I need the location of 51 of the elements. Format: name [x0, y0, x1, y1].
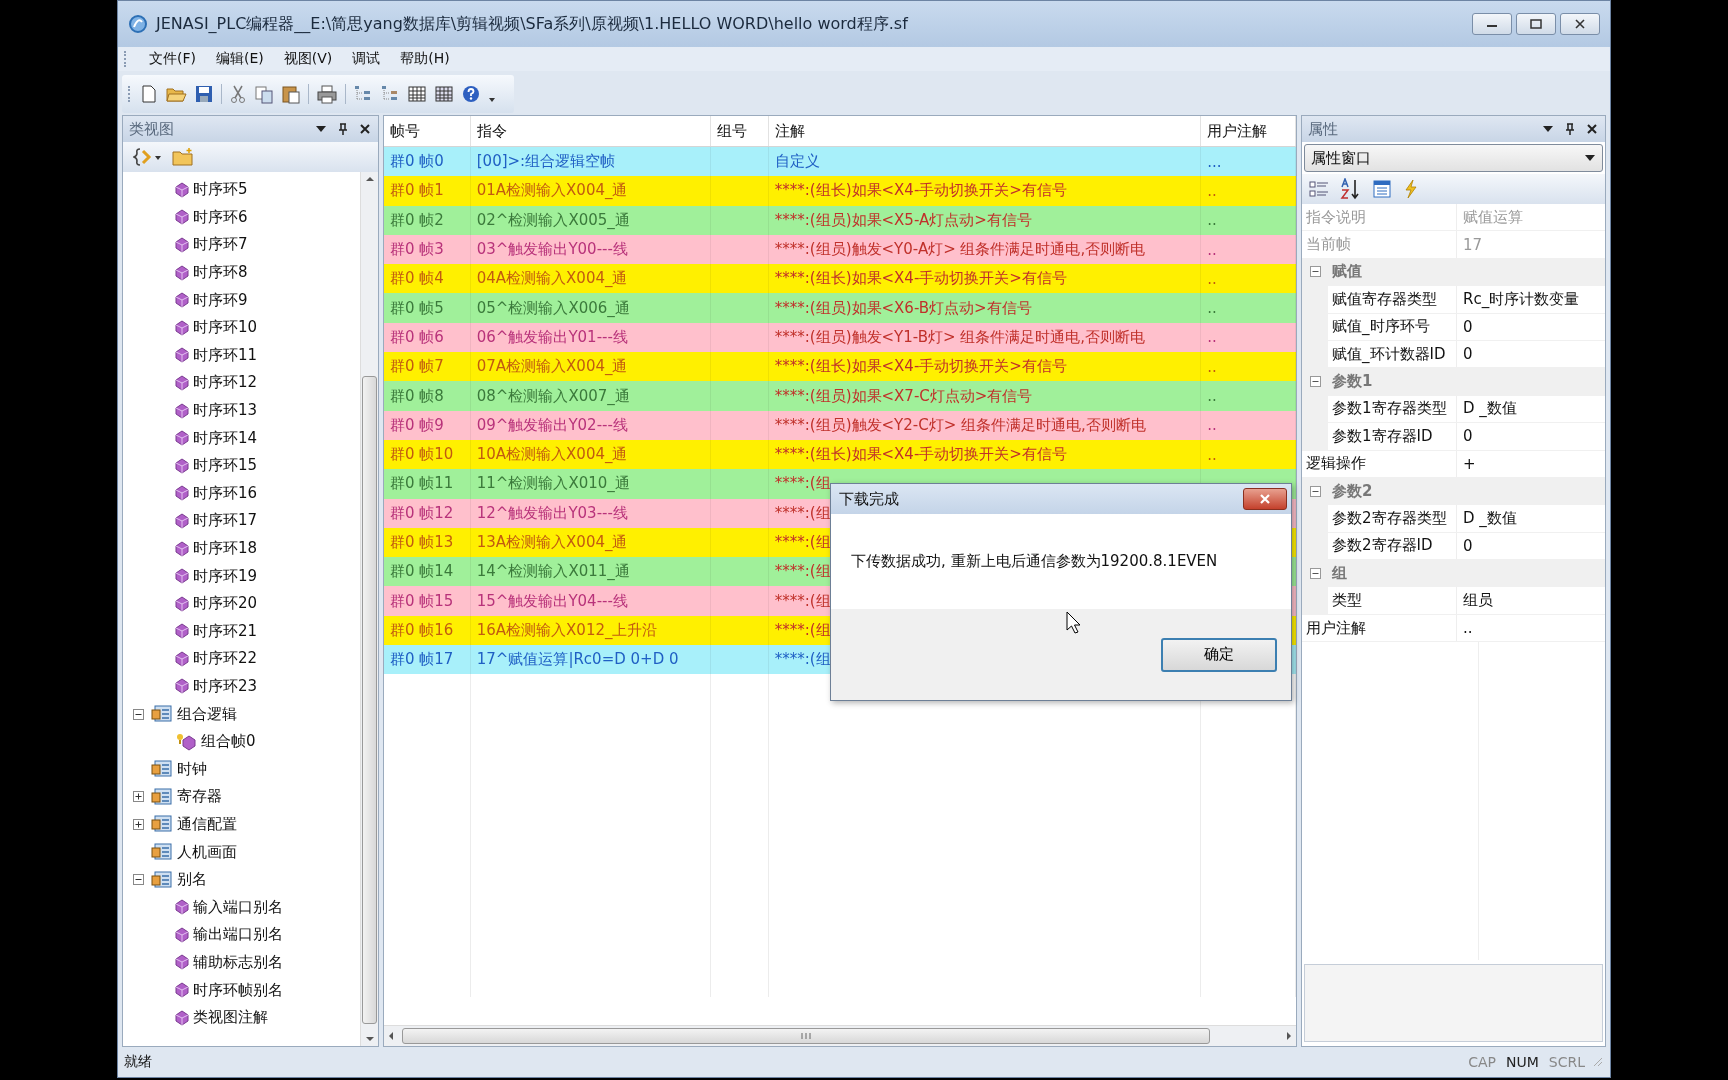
category-label: 组 [1331, 563, 1347, 583]
status-text: 就绪 [124, 1053, 153, 1071]
property-name: 参数1寄存器ID [1328, 423, 1457, 450]
table-cell: ****:(组员)触发<Y2-C灯> 组条件满足时通电,否则断电 [768, 410, 1202, 440]
panel-title: 类视图 [129, 119, 175, 139]
table-cell: 09^触发输出Y02---线 [470, 410, 711, 440]
property-name: 类型 [1328, 587, 1457, 614]
table-cell: .. [1201, 176, 1296, 206]
table-cell: ****:(组员)如果<X6-B灯点动>有信号 [768, 293, 1202, 323]
status-indicator: CAP [1467, 1054, 1497, 1070]
table-cell: 01A检测输入X004_通 [470, 176, 711, 206]
window-title: JENASI_PLC编程器__E:\简思yang数据库\剪辑视频\SFa系列\原视频\1.HELLO WORD\hello word程序.sf [156, 13, 910, 35]
panel-title: 属性 [1308, 119, 1339, 139]
table-cell: ****:(组长)如果<X4-手动切换开关>有信号 [768, 176, 1202, 206]
property-name: 参数1寄存器类型 [1328, 395, 1457, 423]
table-cell: .. [1201, 381, 1296, 411]
table-cell: 群0 帧1 [384, 176, 471, 206]
property-name: 指令说明 [1302, 204, 1457, 231]
table-cell: 群0 帧9 [384, 410, 471, 440]
table-cell: .. [1201, 293, 1296, 323]
property-name: 逻辑操作 [1302, 450, 1457, 477]
table-cell: 08^检测输入X007_通 [470, 381, 711, 411]
table-cell: 17^赋值运算|Rc0=D 0+D 0 [470, 645, 711, 675]
table-cell: 群0 帧2 [384, 205, 471, 235]
table-cell: .. [1201, 205, 1296, 235]
category-label: 参数2 [1331, 481, 1373, 501]
status-indicator: NUM [1505, 1054, 1540, 1070]
table-cell: 群0 帧12 [384, 498, 471, 528]
table-cell: ****:(组员)如果<X5-A灯点动>有信号 [768, 205, 1202, 235]
table-cell: ****:(组员)如果<X7-C灯点动>有信号 [768, 381, 1202, 411]
category-label: 赋值 [1331, 262, 1362, 282]
category-label: 参数1 [1331, 372, 1373, 392]
table-cell: 群0 帧5 [384, 293, 471, 323]
property-name: 赋值_时序环号 [1328, 313, 1457, 340]
table-cell: 02^检测输入X005_通 [470, 205, 711, 235]
table-cell: 群0 帧8 [384, 381, 471, 411]
table-cell: 15^触发输出Y04---线 [470, 586, 711, 616]
table-cell: 群0 帧15 [384, 586, 471, 616]
property-name: 当前帧 [1302, 231, 1457, 258]
table-cell: 群0 帧17 [384, 645, 471, 675]
property-name: 赋值_环计数器ID [1328, 340, 1457, 368]
property-name: 用户注解 [1302, 614, 1457, 642]
property-name: 赋值寄存器类型 [1328, 286, 1457, 313]
property-name: 参数2寄存器ID [1328, 532, 1457, 560]
table-cell: 群0 帧11 [384, 469, 471, 499]
table-cell: 05^检测输入X006_通 [470, 293, 711, 323]
table-cell: .. [1201, 410, 1296, 440]
status-indicator: SCRL [1547, 1054, 1586, 1070]
table-cell: 12^触发输出Y03---线 [470, 498, 711, 528]
property-name: 参数2寄存器类型 [1328, 505, 1457, 532]
table-cell: 11^检测输入X010_通 [470, 469, 711, 499]
